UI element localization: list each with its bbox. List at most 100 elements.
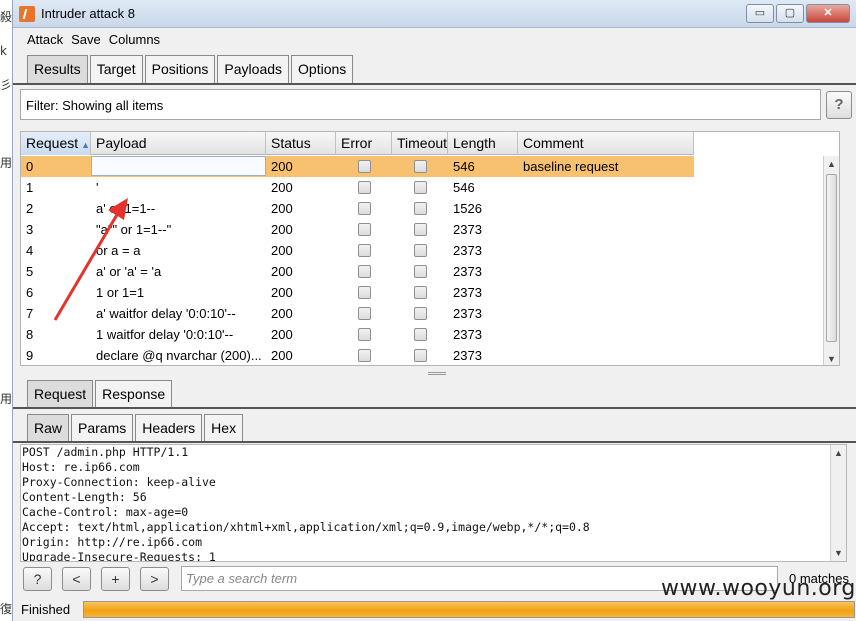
timeout-checkbox[interactable] xyxy=(413,307,427,320)
strip-char: 彡 xyxy=(0,78,13,92)
tab-request[interactable]: Request xyxy=(27,380,94,408)
tab-hex[interactable]: Hex xyxy=(204,414,244,442)
table-row[interactable]: 4 or a = a 200 2373 xyxy=(21,240,694,261)
error-checkbox[interactable] xyxy=(357,244,371,257)
tab-target[interactable]: Target xyxy=(89,55,143,83)
cell-error xyxy=(336,240,392,261)
scroll-down-icon[interactable]: ▼ xyxy=(831,545,846,561)
timeout-checkbox[interactable] xyxy=(413,349,427,362)
cell-status: 200 xyxy=(271,222,293,237)
scroll-thumb[interactable] xyxy=(826,174,837,342)
timeout-checkbox[interactable] xyxy=(413,244,427,257)
timeout-checkbox[interactable] xyxy=(413,223,427,236)
timeout-checkbox[interactable] xyxy=(413,286,427,299)
menu-save[interactable]: Save xyxy=(71,32,101,47)
search-help-button[interactable]: ? xyxy=(23,567,52,591)
cell-error xyxy=(336,303,392,324)
timeout-checkbox[interactable] xyxy=(413,328,427,341)
tab-params[interactable]: Params xyxy=(71,414,134,442)
tab-response[interactable]: Response xyxy=(95,380,173,408)
column-timeout[interactable]: Timeout xyxy=(392,132,448,155)
error-checkbox[interactable] xyxy=(357,349,371,362)
next-match-button[interactable]: > xyxy=(140,567,169,591)
cell-payload: ' xyxy=(96,180,99,195)
cell-payload: 1 waitfor delay '0:0:10'-- xyxy=(96,327,234,342)
progress-bar xyxy=(83,601,855,618)
column-status[interactable]: Status xyxy=(266,132,336,155)
error-checkbox[interactable] xyxy=(357,286,371,299)
table-row[interactable]: 6 1 or 1=1 200 2373 xyxy=(21,282,694,303)
error-checkbox[interactable] xyxy=(357,223,371,236)
minimize-button[interactable]: ▭ xyxy=(746,4,774,23)
raw-line: Proxy-Connection: keep-alive xyxy=(22,475,216,489)
cell-request: 8 xyxy=(26,327,34,342)
tab-results[interactable]: Results xyxy=(27,55,88,83)
watermark: www.wooyun.org xyxy=(661,576,856,601)
timeout-checkbox[interactable] xyxy=(413,202,427,215)
table-scrollbar[interactable]: ▲ ▼ xyxy=(823,156,839,365)
column-payload[interactable]: Payload xyxy=(91,132,266,155)
menu-attack[interactable]: Attack xyxy=(27,32,63,47)
cell-length: 1526 xyxy=(453,201,482,216)
table-row[interactable]: 9 declare @q nvarchar (200)... 200 2373 xyxy=(21,345,694,365)
cell-timeout xyxy=(392,282,448,303)
cell-timeout xyxy=(392,198,448,219)
tab-raw[interactable]: Raw xyxy=(27,414,70,442)
column-comment[interactable]: Comment xyxy=(518,132,694,155)
title-bar[interactable]: Intruder attack 8 ▭ ▢ ✕ xyxy=(13,0,856,28)
cell-timeout xyxy=(392,303,448,324)
raw-request-editor[interactable]: POST /admin.php HTTP/1.1 Host: re.ip66.co… xyxy=(20,444,847,562)
add-button[interactable]: + xyxy=(101,567,130,591)
search-toolbar: ? < + > xyxy=(23,566,169,592)
cell-length: 546 xyxy=(453,159,475,174)
column-error[interactable]: Error xyxy=(336,132,392,155)
timeout-checkbox[interactable] xyxy=(413,265,427,278)
table-row[interactable]: 2 a' or 1=1-- 200 1526 xyxy=(21,198,694,219)
table-row[interactable]: 3 "a"" or 1=1--" 200 2373 xyxy=(21,219,694,240)
tab-positions[interactable]: Positions xyxy=(144,55,216,83)
error-checkbox[interactable] xyxy=(357,328,371,341)
timeout-checkbox[interactable] xyxy=(413,181,427,194)
tab-options[interactable]: Options xyxy=(291,55,354,83)
tab-headers[interactable]: Headers xyxy=(135,414,203,442)
strip-char: 用 xyxy=(0,392,13,406)
error-checkbox[interactable] xyxy=(357,181,371,194)
cell-error xyxy=(336,261,392,282)
cell-comment xyxy=(518,282,694,303)
raw-line: POST /admin.php HTTP/1.1 xyxy=(22,445,189,459)
scroll-up-icon[interactable]: ▲ xyxy=(831,445,846,461)
cell-request: 0 xyxy=(26,159,34,174)
filter-help-button[interactable]: ? xyxy=(826,91,852,119)
table-row[interactable]: 1 ' 200 546 xyxy=(21,177,694,198)
main-tabs: Results Target Positions Payloads Option… xyxy=(27,55,354,83)
filter-bar[interactable]: Filter: Showing all items xyxy=(20,89,821,120)
tab-payloads[interactable]: Payloads xyxy=(217,55,290,83)
table-row[interactable]: 5 a' or 'a' = 'a 200 2373 xyxy=(21,261,694,282)
table-row[interactable]: 8 1 waitfor delay '0:0:10'-- 200 2373 xyxy=(21,324,694,345)
cell-error xyxy=(336,324,392,345)
previous-match-button[interactable]: < xyxy=(62,567,91,591)
error-checkbox[interactable] xyxy=(357,202,371,215)
timeout-checkbox[interactable] xyxy=(413,160,427,173)
cell-status: 200 xyxy=(271,201,293,216)
column-request[interactable]: Request ▲ xyxy=(21,132,91,155)
editor-scrollbar[interactable]: ▲ ▼ xyxy=(830,445,846,561)
pane-splitter-handle[interactable] xyxy=(428,372,446,375)
cell-payload: a' or 'a' = 'a xyxy=(96,264,162,279)
column-length[interactable]: Length xyxy=(448,132,518,155)
error-checkbox[interactable] xyxy=(357,160,371,173)
raw-line: Origin: http://re.ip66.com xyxy=(22,535,203,549)
menu-columns[interactable]: Columns xyxy=(109,32,160,47)
cell-timeout xyxy=(392,177,448,198)
scroll-up-icon[interactable]: ▲ xyxy=(824,156,839,172)
close-button[interactable]: ✕ xyxy=(806,4,850,23)
table-row[interactable]: 7 a' waitfor delay '0:0:10'-- 200 2373 xyxy=(21,303,694,324)
scroll-down-icon[interactable]: ▼ xyxy=(824,351,839,365)
error-checkbox[interactable] xyxy=(357,265,371,278)
view-tab-divider xyxy=(13,441,856,443)
table-row[interactable]: 0 200 546 baseline request xyxy=(21,156,694,177)
cell-length: 2373 xyxy=(453,264,482,279)
maximize-button[interactable]: ▢ xyxy=(776,4,804,23)
error-checkbox[interactable] xyxy=(357,307,371,320)
cell-error xyxy=(336,219,392,240)
